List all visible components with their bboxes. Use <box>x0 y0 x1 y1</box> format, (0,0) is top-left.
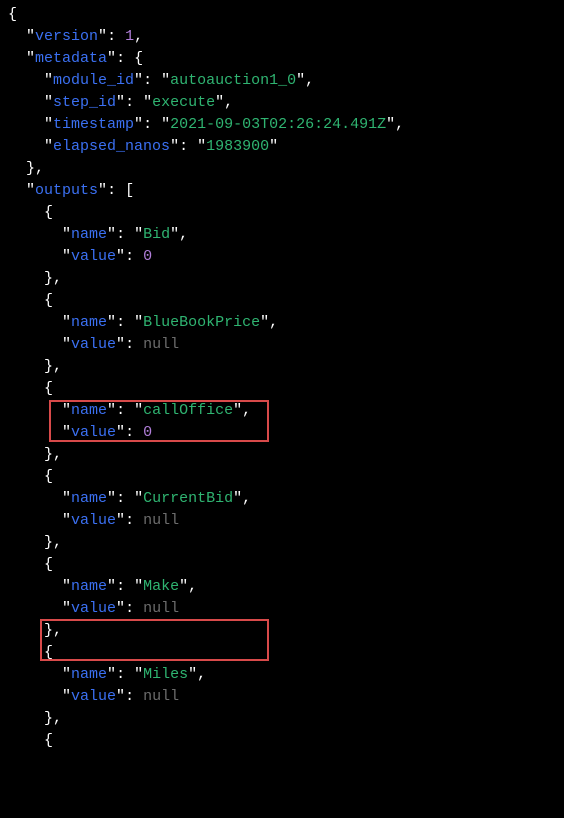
key-step-id: step_id <box>53 94 116 111</box>
out3-value: 0 <box>143 424 152 441</box>
out5-name: Make <box>143 578 179 595</box>
key-metadata: metadata <box>35 50 107 67</box>
key-module-id: module_id <box>53 72 134 89</box>
out1-name: Bid <box>143 226 170 243</box>
val-step-id: execute <box>152 94 215 111</box>
out2-value: null <box>143 336 179 353</box>
val-version: 1 <box>125 28 134 45</box>
out6-name: Miles <box>143 666 188 683</box>
out5-value: null <box>143 600 179 617</box>
out3-name: callOffice <box>143 402 233 419</box>
val-module-id: autoauction1_0 <box>170 72 296 89</box>
out4-value: null <box>143 512 179 529</box>
key-elapsed: elapsed_nanos <box>53 138 170 155</box>
code-block: { "version": 1, "metadata": { "module_id… <box>8 4 556 752</box>
out2-name: BlueBookPrice <box>143 314 260 331</box>
brace-open: { <box>8 4 556 26</box>
key-version: version <box>35 28 98 45</box>
val-elapsed: 1983900 <box>206 138 269 155</box>
val-timestamp: 2021-09-03T02:26:24.491Z <box>170 116 386 133</box>
key-outputs: outputs <box>35 182 98 199</box>
key-timestamp: timestamp <box>53 116 134 133</box>
out6-value: null <box>143 688 179 705</box>
out4-name: CurrentBid <box>143 490 233 507</box>
out1-value: 0 <box>143 248 152 265</box>
